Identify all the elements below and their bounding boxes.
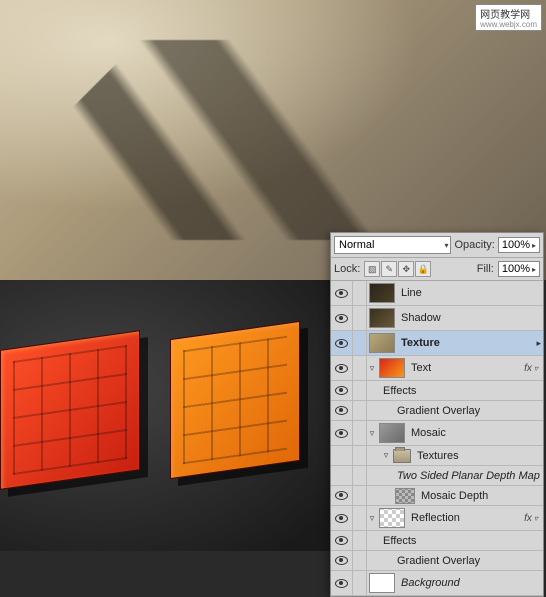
layer-line[interactable]: Line	[331, 281, 543, 306]
layer-label: Line	[399, 285, 543, 301]
panel-header-row-2: Lock: ▧ ✎ ✥ 🔒 Fill: 100% ▸	[331, 258, 543, 281]
effect-label: Gradient Overlay	[395, 403, 543, 419]
layer-label: Text	[409, 360, 519, 376]
fill-input[interactable]: 100% ▸	[498, 261, 540, 277]
effects-label: Effects	[381, 383, 543, 399]
eye-icon[interactable]	[335, 406, 348, 415]
watermark: 网页教学网 www.webjx.com	[475, 4, 542, 31]
chevron-down-icon: ▾	[444, 241, 448, 250]
group-label: Textures	[415, 448, 543, 464]
opacity-input[interactable]: 100% ▸	[498, 237, 540, 253]
layer-label: Mosaic	[409, 425, 543, 441]
eye-icon[interactable]	[335, 386, 348, 395]
block-3d-text	[0, 310, 310, 510]
effects-label: Effects	[381, 533, 543, 549]
panel-header-row-1: Normal ▾ Opacity: 100% ▸	[331, 233, 543, 258]
layer-thumbnail	[369, 573, 395, 593]
letter-s	[0, 330, 140, 490]
layer-list: Line Shadow Texture ▸ ▿ Text fx▿	[331, 281, 543, 596]
layer-label: Shadow	[399, 310, 543, 326]
mosaic-depth-row[interactable]: Mosaic Depth	[331, 486, 543, 506]
layer-label: Texture	[399, 335, 534, 351]
opacity-label: Opacity:	[454, 239, 494, 251]
chevron-down-icon: ▸	[532, 241, 536, 250]
layer-thumbnail	[379, 423, 405, 443]
folder-icon	[393, 449, 411, 463]
layers-panel: Normal ▾ Opacity: 100% ▸ Lock: ▧ ✎ ✥ 🔒 F…	[330, 232, 544, 597]
blend-mode-select[interactable]: Normal ▾	[334, 236, 451, 254]
layer-reflection[interactable]: ▿ Reflection fx▿	[331, 506, 543, 531]
layer-background[interactable]: Background	[331, 571, 543, 596]
lock-all-icon[interactable]: 🔒	[415, 261, 431, 277]
effects-row-2[interactable]: Effects	[331, 531, 543, 551]
layer-thumbnail	[369, 283, 395, 303]
extruded-shadow-art	[0, 40, 546, 240]
layer-thumbnail	[379, 508, 405, 528]
effects-row[interactable]: Effects	[331, 381, 543, 401]
layer-mosaic[interactable]: ▿ Mosaic	[331, 421, 543, 446]
eye-icon[interactable]	[335, 514, 348, 523]
layer-text[interactable]: ▿ Text fx▿	[331, 356, 543, 381]
eye-icon[interactable]	[335, 339, 348, 348]
eye-icon[interactable]	[335, 429, 348, 438]
fill-label: Fill:	[477, 263, 494, 275]
letter-d	[170, 321, 300, 479]
canvas-bottom-preview	[0, 280, 330, 551]
two-sided-row[interactable]: Two Sided Planar Depth Map	[331, 466, 543, 486]
layer-thumbnail	[379, 358, 405, 378]
layer-thumbnail	[369, 333, 395, 353]
opacity-value: 100%	[502, 239, 530, 251]
fx-badge[interactable]: fx▿	[519, 513, 543, 524]
blend-mode-value: Normal	[339, 239, 374, 251]
eye-icon[interactable]	[335, 289, 348, 298]
disclosure-down-icon[interactable]: ▿	[381, 450, 391, 461]
lock-position-icon[interactable]: ✥	[398, 261, 414, 277]
watermark-url: www.webjx.com	[480, 21, 537, 29]
layer-shadow[interactable]: Shadow	[331, 306, 543, 331]
gradient-overlay-row-2[interactable]: Gradient Overlay	[331, 551, 543, 571]
textures-group[interactable]: ▿ Textures	[331, 446, 543, 466]
texture-label: Two Sided Planar Depth Map	[395, 468, 543, 484]
layer-texture[interactable]: Texture ▸	[331, 331, 543, 356]
flyout-icon[interactable]: ▸	[534, 338, 543, 349]
layer-thumbnail	[369, 308, 395, 328]
disclosure-down-icon[interactable]: ▿	[367, 428, 377, 439]
disclosure-down-icon[interactable]: ▿	[367, 513, 377, 524]
lock-transparency-icon[interactable]: ▧	[364, 261, 380, 277]
lock-label: Lock:	[334, 263, 360, 275]
eye-icon[interactable]	[335, 314, 348, 323]
lock-pixels-icon[interactable]: ✎	[381, 261, 397, 277]
fill-value: 100%	[502, 263, 530, 275]
eye-icon[interactable]	[335, 556, 348, 565]
eye-icon[interactable]	[335, 364, 348, 373]
chevron-down-icon: ▸	[532, 265, 536, 274]
eye-icon[interactable]	[335, 536, 348, 545]
disclosure-down-icon[interactable]: ▿	[367, 363, 377, 374]
eye-icon[interactable]	[335, 491, 348, 500]
layer-label: Background	[399, 575, 543, 591]
layer-label: Mosaic Depth	[419, 488, 543, 504]
lock-icons: ▧ ✎ ✥ 🔒	[364, 261, 431, 277]
layer-thumbnail	[395, 488, 415, 504]
effect-label: Gradient Overlay	[395, 553, 543, 569]
gradient-overlay-row[interactable]: Gradient Overlay	[331, 401, 543, 421]
layer-label: Reflection	[409, 510, 519, 526]
eye-icon[interactable]	[335, 579, 348, 588]
fx-badge[interactable]: fx▿	[519, 363, 543, 374]
